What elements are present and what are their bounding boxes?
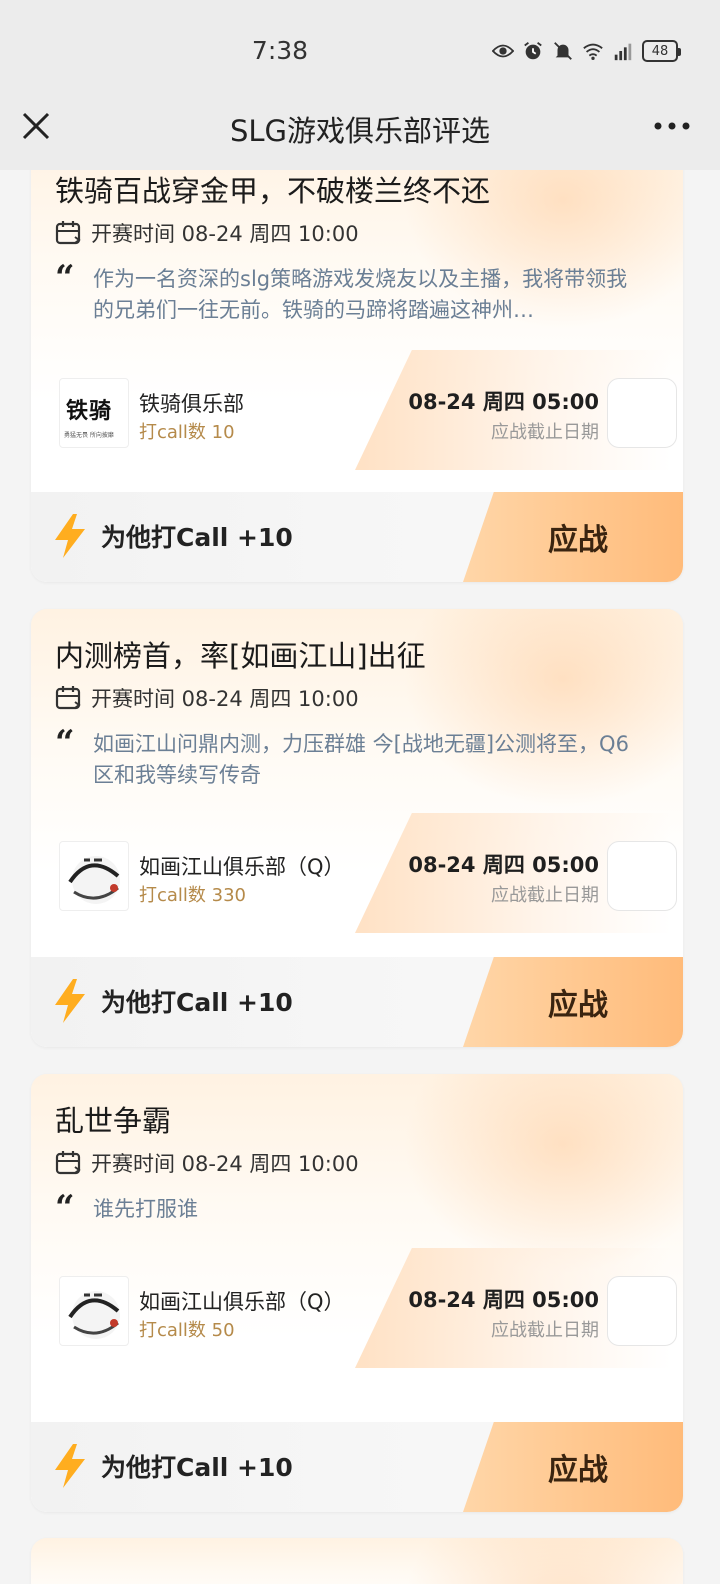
match-time: 开赛时间 08-24 周四 10:00: [91, 222, 359, 246]
club-name: 铁骑俱乐部: [139, 392, 244, 416]
call-count: 打call数 330: [139, 885, 247, 906]
opponent-slot[interactable]: [607, 1276, 677, 1346]
challenge-card[interactable]: [31, 1538, 683, 1584]
fight-button[interactable]: 应战: [463, 492, 683, 582]
card-description: 如画江山问鼎内测，力压群雄 今[战地无疆]公测将至，Q6区和我等续写传奇: [93, 732, 629, 787]
challenge-card[interactable]: 铁骑百战穿金甲，不破楼兰终不还 开赛时间 08-24 周四 10:00 “ 作为…: [31, 130, 683, 582]
wifi-icon: [583, 43, 603, 60]
opponent-slot[interactable]: [607, 841, 677, 911]
calendar-icon: [55, 221, 81, 245]
quote-icon: “: [55, 258, 75, 298]
mute-bell-icon: [554, 42, 572, 60]
quote-icon: “: [55, 1188, 75, 1228]
club-name: 如画江山俱乐部（Q）: [139, 855, 345, 879]
call-button[interactable]: 为他打Call +10: [101, 983, 293, 1019]
description-row: “ 作为一名资深的slg策略游戏发烧友以及主播，我将带领我的兄弟们一往无前。铁骑…: [55, 258, 633, 326]
deadline-date: 08-24 周四 05:00: [408, 390, 599, 414]
match-time-row: 开赛时间 08-24 周四 10:00: [55, 218, 359, 248]
call-count: 打call数 10: [139, 422, 235, 443]
status-time: 7:38: [251, 36, 309, 65]
card-title: 铁骑百战穿金甲，不破楼兰终不还: [55, 174, 491, 208]
calendar-icon: [55, 1151, 81, 1175]
card-title: 乱世争霸: [55, 1104, 172, 1138]
match-time: 开赛时间 08-24 周四 10:00: [91, 687, 359, 711]
lightning-icon: [55, 979, 85, 1023]
club-logo[interactable]: [59, 1276, 129, 1346]
page-title: SLG游戏俱乐部评选: [229, 114, 491, 148]
card-actions: 为他打Call +10 应战: [31, 957, 683, 1047]
quote-icon: “: [55, 723, 75, 763]
club-row: 如画江山俱乐部（Q） 打call数 330 08-24 周四 05:00 应战截…: [55, 813, 677, 933]
deadline-date: 08-24 周四 05:00: [408, 1288, 599, 1312]
club-row: 铁骑 勇猛无畏 所向披靡 铁骑俱乐部 打call数 10 08-24 周四 05…: [55, 350, 677, 470]
description-row: “ 谁先打服谁: [55, 1188, 633, 1228]
club-logo-subtext: 勇猛无畏 所向披靡: [64, 432, 114, 439]
club-logo-ink: [68, 1291, 120, 1339]
card-description: 作为一名资深的slg策略游戏发烧友以及主播，我将带领我的兄弟们一往无前。铁骑的马…: [93, 267, 628, 322]
card-actions: 为他打Call +10 应战: [31, 1422, 683, 1512]
calendar-icon: [55, 686, 81, 710]
match-time: 开赛时间 08-24 周四 10:00: [91, 1152, 359, 1176]
call-button[interactable]: 为他打Call +10: [101, 1448, 293, 1484]
club-logo[interactable]: [59, 841, 129, 911]
deadline-label: 应战截止日期: [491, 1320, 599, 1341]
club-logo-text: 铁骑: [66, 398, 113, 424]
club-name: 如画江山俱乐部（Q）: [139, 1290, 345, 1314]
battery-icon: 48: [642, 40, 681, 62]
card-actions: 为他打Call +10 应战: [31, 492, 683, 582]
match-time-row: 开赛时间 08-24 周四 10:00: [55, 1148, 359, 1178]
lightning-icon: [55, 514, 85, 558]
club-logo[interactable]: 铁骑 勇猛无畏 所向披靡: [59, 378, 129, 448]
status-bar: 7:38 48: [0, 0, 720, 100]
opponent-slot[interactable]: [607, 378, 677, 448]
fight-button-label: 应战: [548, 1453, 608, 1488]
eye-icon: [492, 44, 514, 58]
fight-button-label: 应战: [548, 523, 608, 558]
fight-button[interactable]: 应战: [463, 1422, 683, 1512]
status-icons: 48: [492, 40, 681, 62]
fight-button[interactable]: 应战: [463, 957, 683, 1047]
description-row: “ 如画江山问鼎内测，力压群雄 今[战地无疆]公测将至，Q6区和我等续写传奇: [55, 723, 633, 791]
club-row: 如画江山俱乐部（Q） 打call数 50 08-24 周四 05:00 应战截止…: [55, 1248, 677, 1368]
deadline-label: 应战截止日期: [491, 885, 599, 906]
alarm-icon: [524, 42, 542, 60]
deadline-date: 08-24 周四 05:00: [408, 853, 599, 877]
club-logo-ink: [68, 856, 120, 904]
match-time-row: 开赛时间 08-24 周四 10:00: [55, 683, 359, 713]
more-icon[interactable]: [652, 114, 692, 138]
card-title: 内测榜首，率[如画江山]出征: [55, 639, 426, 673]
fight-button-label: 应战: [548, 988, 608, 1023]
top-bar: 7:38 48 SLG游戏俱乐部评选: [0, 0, 720, 170]
signal-icon: [614, 43, 632, 61]
challenge-card[interactable]: 乱世争霸 开赛时间 08-24 周四 10:00 “ 谁先打服谁 如画江山俱乐部…: [31, 1074, 683, 1512]
lightning-icon: [55, 1444, 85, 1488]
deadline-label: 应战截止日期: [491, 422, 599, 443]
navbar: SLG游戏俱乐部评选: [0, 100, 720, 170]
challenge-card[interactable]: 内测榜首，率[如画江山]出征 开赛时间 08-24 周四 10:00 “ 如画江…: [31, 609, 683, 1047]
call-button[interactable]: 为他打Call +10: [101, 518, 293, 554]
call-count: 打call数 50: [139, 1320, 235, 1341]
card-description: 谁先打服谁: [93, 1197, 198, 1221]
